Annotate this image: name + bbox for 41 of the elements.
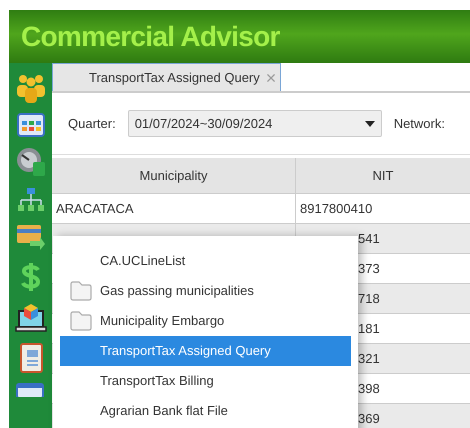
table-cell-text: 8917800410 (300, 200, 372, 218)
menu-item[interactable]: Municipality Embargo (60, 306, 351, 336)
table-cell-text: 181 (357, 320, 380, 338)
people-icon[interactable] (14, 73, 46, 103)
dropdown-arrow-icon (364, 120, 375, 126)
quarter-dropdown[interactable]: 01/07/2024~30/09/2024 (128, 110, 382, 137)
table-cell-text: ARACATACA (56, 200, 134, 218)
menu-item-label: TransportTax Billing (100, 372, 214, 390)
laptop-cube-icon[interactable] (14, 303, 46, 333)
network-label: Network: (394, 114, 445, 133)
table-cell-text: 398 (357, 380, 380, 398)
card-transfer-icon[interactable] (16, 223, 46, 251)
calendar-icon[interactable] (16, 113, 44, 137)
column-header[interactable]: NIT (296, 158, 470, 193)
quarter-label: Quarter: (68, 114, 116, 133)
menu-item[interactable]: CA.UCLineList (60, 246, 351, 276)
menu-item[interactable]: TransportTax Billing (60, 366, 351, 396)
tab[interactable]: TransportTax Assigned Query × (52, 63, 282, 91)
menu-item-label: Agrarian Bank flat File (100, 402, 228, 420)
menu-item-label: Gas passing municipalities (100, 282, 254, 300)
menu-item[interactable]: TransportTax Assigned Query (60, 336, 351, 366)
table-cell-text: 369 (357, 410, 380, 428)
table-cell-text: 373 (357, 260, 380, 278)
window-edit-icon[interactable] (16, 383, 46, 397)
notebook-icon[interactable] (18, 343, 44, 373)
column-header[interactable]: Municipality (52, 158, 296, 193)
menu-item[interactable]: Agrarian Bank flat File (60, 396, 351, 426)
table-cell-text: 321 (357, 350, 380, 368)
app-title: Commercial Advisor (21, 20, 280, 54)
network-icon[interactable] (16, 187, 44, 213)
menu-item[interactable]: Gas passing municipalities (60, 276, 351, 306)
menu-item-label: CA.UCLineList (100, 252, 186, 270)
gauge-icon[interactable] (16, 147, 46, 177)
tab-label: TransportTax Assigned Query (89, 68, 260, 87)
menu-item-label: TransportTax Assigned Query (100, 342, 271, 360)
dollar-icon[interactable] (18, 261, 42, 293)
table-cell-text: 718 (357, 290, 380, 308)
table-cell-text: 541 (357, 230, 380, 248)
menu-item-label: Municipality Embargo (100, 312, 224, 330)
folder-icon (70, 281, 92, 301)
folder-icon (70, 311, 92, 331)
